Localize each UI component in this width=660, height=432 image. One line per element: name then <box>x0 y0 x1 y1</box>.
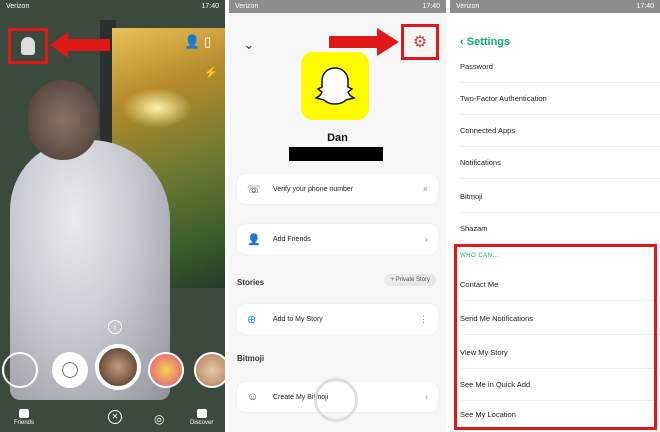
settings-row-password[interactable]: Password <box>460 50 660 83</box>
back-chevron-icon: ‹ <box>460 36 464 48</box>
bottom-nav: Friends ✕ ◎ Discover <box>0 396 225 432</box>
red-arrow-left-icon <box>50 32 110 58</box>
status-bar: Verizon 17:40 <box>450 0 660 13</box>
chat-icon <box>19 409 29 418</box>
status-time: 17:40 <box>201 3 219 10</box>
lens-soccer[interactable] <box>52 352 88 388</box>
memories-icon[interactable]: ✕ <box>108 410 122 424</box>
chevron-down-icon[interactable]: ⌄ <box>243 36 255 53</box>
status-time: 17:40 <box>636 3 654 10</box>
bitmoji-face-icon: ☺ <box>247 391 259 403</box>
add-friends-card[interactable]: 👤 Add Friends › <box>237 224 438 254</box>
flash-icon[interactable]: ⚡ <box>204 66 218 79</box>
status-bar: Verizon 17:40 <box>229 0 446 13</box>
friends-button[interactable]: Friends <box>14 409 34 426</box>
display-name: Dan <box>327 132 348 144</box>
add-friend-icon[interactable]: 👤 <box>184 34 200 50</box>
discover-label: Discover <box>190 420 214 426</box>
settings-row-two-factor[interactable]: Two-Factor Authentication <box>460 82 660 115</box>
settings-title-text: Settings <box>466 36 511 48</box>
settings-row-bitmoji[interactable]: Bitmoji <box>460 180 660 213</box>
highlight-who-can-box <box>454 244 657 430</box>
flip-camera-icon[interactable]: ▯ <box>204 34 211 50</box>
status-carrier: Verizon <box>6 3 30 10</box>
more-icon[interactable]: ⋮ <box>419 314 428 325</box>
capture-button[interactable] <box>95 344 141 390</box>
lens-item[interactable] <box>2 352 38 388</box>
card-label: Verify your phone number <box>273 185 354 193</box>
gear-icon: ⚙ <box>412 34 428 51</box>
settings-row-connected-apps[interactable]: Connected Apps <box>460 114 660 147</box>
status-carrier: Verizon <box>235 3 259 10</box>
settings-panel: Verizon 17:40 ‹ Settings Password Two-Fa… <box>450 0 660 432</box>
capture-button-ghost[interactable] <box>314 378 358 422</box>
avatar-icon <box>21 37 35 55</box>
card-label: Add to My Story <box>273 315 323 323</box>
snapcode[interactable] <box>301 52 369 120</box>
search-icon[interactable]: ◎ <box>154 412 164 426</box>
phone-check-icon: ☏ <box>247 183 261 196</box>
card-label: Add Friends <box>273 235 311 243</box>
info-icon[interactable]: i <box>108 320 122 334</box>
add-to-story-card[interactable]: ⊕ Add to My Story ⋮ <box>237 304 438 334</box>
camera-panel: Verizon 17:40 👤 ▯ ⚡ i Friends ✕ ◎ Discov… <box>0 0 225 432</box>
camera-plus-icon: ⊕ <box>247 313 257 326</box>
stories-header: Stories <box>237 278 265 287</box>
lens-item[interactable] <box>194 352 225 388</box>
verify-phone-card[interactable]: ☏ Verify your phone number × <box>237 174 438 204</box>
add-friend-icon: 👤 <box>247 233 261 246</box>
profile-avatar-button[interactable] <box>8 28 48 64</box>
private-story-button[interactable]: + Private Story <box>384 274 436 286</box>
ghost-icon <box>314 67 356 105</box>
profile-panel: Verizon 17:40 ⌄ ⚙ Dan ☏ Verify your phon… <box>229 0 446 432</box>
close-icon[interactable]: × <box>423 184 428 194</box>
settings-gear-button[interactable]: ⚙ <box>401 24 439 60</box>
settings-title[interactable]: ‹ Settings <box>460 36 510 48</box>
settings-row-shazam[interactable]: Shazam <box>460 212 660 245</box>
chevron-right-icon: › <box>425 234 428 244</box>
chevron-right-icon: › <box>425 392 428 402</box>
bitmoji-header: Bitmoji <box>237 354 265 363</box>
status-carrier: Verizon <box>456 3 480 10</box>
redacted-username <box>289 147 383 161</box>
status-bar: Verizon 17:40 <box>0 0 225 13</box>
person-head <box>28 80 98 160</box>
friends-label: Friends <box>14 420 35 426</box>
settings-row-notifications[interactable]: Notifications <box>460 146 660 179</box>
lens-item[interactable] <box>148 352 184 388</box>
discover-icon <box>196 409 207 418</box>
discover-button[interactable]: Discover <box>190 409 213 426</box>
status-time: 17:40 <box>422 3 440 10</box>
